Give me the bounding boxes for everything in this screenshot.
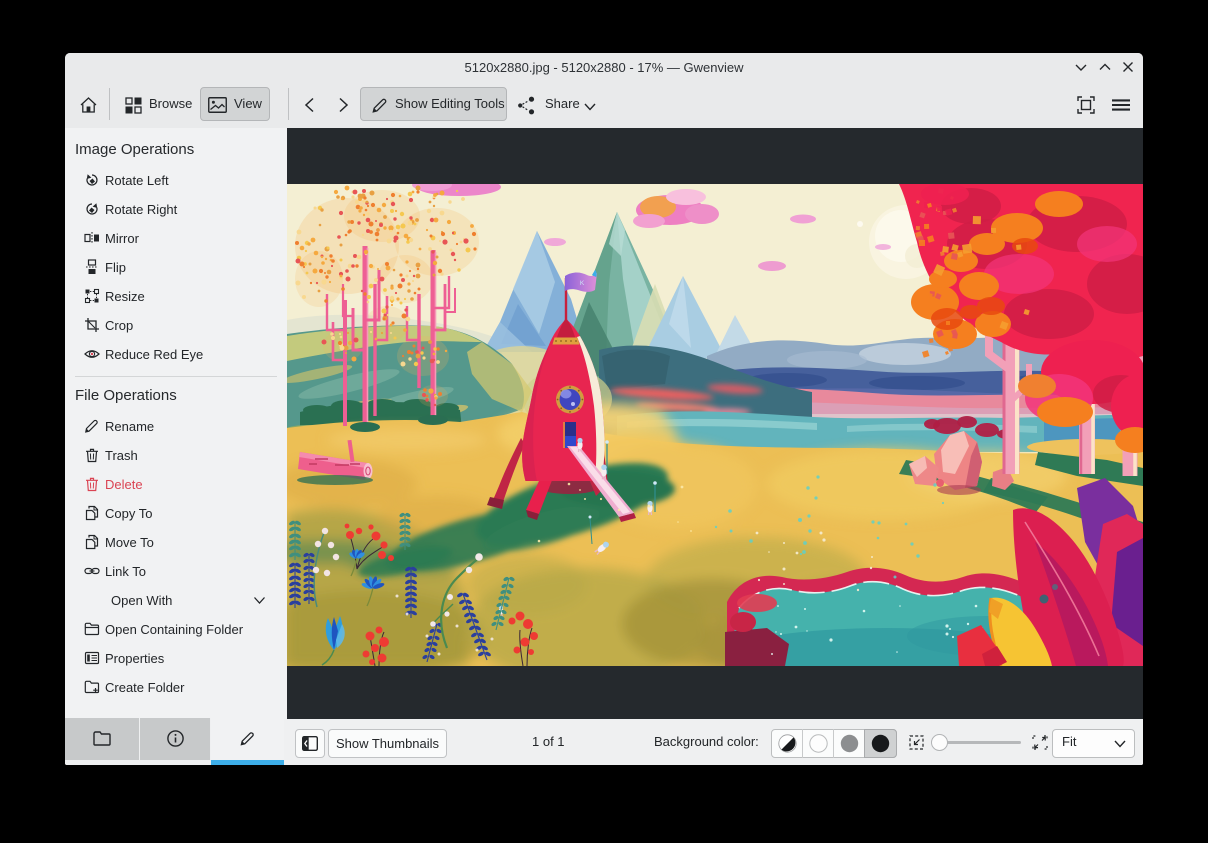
svg-text:K: K — [580, 280, 585, 287]
